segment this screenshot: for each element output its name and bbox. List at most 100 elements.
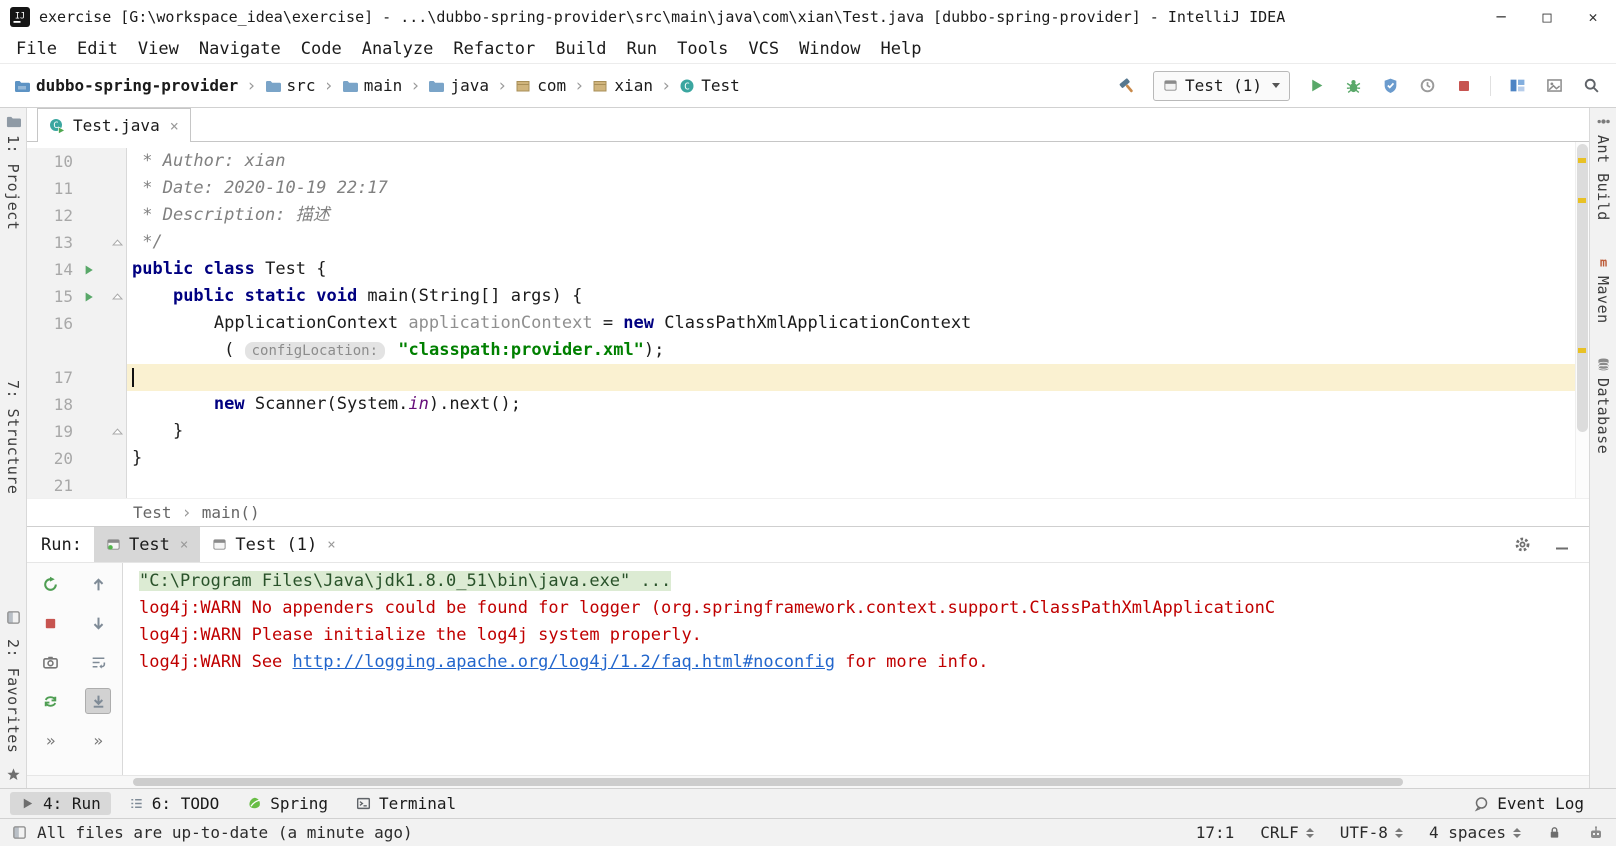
code-text[interactable]: new Scanner(System.in).next(); [127, 391, 1589, 418]
update-application-icon[interactable] [38, 688, 64, 714]
line-separator-widget[interactable]: CRLF [1260, 823, 1314, 842]
editor-gutter[interactable]: 16 [27, 310, 127, 337]
editor-gutter[interactable]: 11 [27, 175, 127, 202]
tool-window-spring[interactable]: Spring [237, 792, 338, 815]
stop-square-icon[interactable] [38, 610, 64, 636]
menu-item-navigate[interactable]: Navigate [189, 38, 291, 60]
code-text[interactable]: } [127, 418, 1589, 445]
tool-stripe-structure[interactable]: 7: Structure [4, 380, 22, 494]
code-text[interactable]: public class Test { [127, 256, 1589, 283]
editor-gutter[interactable]: 15 [27, 283, 127, 310]
fold-marker-icon[interactable] [111, 290, 124, 303]
search-everywhere-icon[interactable] [1580, 75, 1602, 97]
editor-scrollbar[interactable] [1577, 144, 1588, 432]
code-text[interactable]: ApplicationContext applicationContext = … [127, 310, 1589, 337]
tool-window-todo[interactable]: 6: TODO [119, 792, 229, 815]
code-text[interactable]: ( configLocation: "classpath:provider.xm… [127, 337, 1589, 364]
scroll-to-end-icon[interactable] [85, 688, 112, 714]
tool-stripe-ant-build[interactable]: Ant Build [1594, 114, 1612, 221]
menu-item-analyze[interactable]: Analyze [352, 38, 444, 60]
event-log-button[interactable]: Event Log [1463, 792, 1594, 815]
breadcrumb-item-test[interactable]: C Test [679, 76, 740, 95]
editor-gutter[interactable]: 10 [27, 148, 127, 175]
build-hammer-icon[interactable] [1116, 75, 1138, 97]
debug-button-icon[interactable] [1342, 75, 1364, 97]
breadcrumb-item-java[interactable]: java [428, 76, 489, 95]
editor-gutter[interactable]: 20 [27, 445, 127, 472]
tool-stripe-favorites[interactable]: 2: Favorites [4, 639, 22, 753]
code-text[interactable]: * Date: 2020-10-19 22:17 [127, 175, 1589, 202]
thread-dump-camera-icon[interactable] [38, 649, 64, 675]
up-stack-icon[interactable] [85, 571, 111, 597]
code-text[interactable]: * Description: 描述 [127, 202, 1589, 229]
tool-window-switcher-icon[interactable] [6, 610, 21, 625]
run-gutter-icon[interactable] [83, 291, 95, 303]
editor-breadcrumb-item-test[interactable]: Test [133, 503, 172, 522]
breadcrumb-item-xian[interactable]: xian [592, 76, 653, 95]
down-stack-icon[interactable] [85, 610, 111, 636]
close-tab-icon[interactable]: × [327, 537, 335, 553]
code-text[interactable]: } [127, 445, 1589, 472]
close-button[interactable]: ✕ [1570, 0, 1616, 34]
tool-window-run[interactable]: 4: Run [10, 792, 111, 815]
rerun-icon[interactable] [38, 571, 64, 597]
close-tab-icon[interactable]: × [170, 117, 179, 135]
menu-item-window[interactable]: Window [789, 38, 870, 60]
code-text[interactable]: * Author: xian [127, 148, 1589, 175]
panels-icon[interactable] [1506, 75, 1528, 97]
robot-icon[interactable] [1588, 825, 1604, 841]
menu-item-vcs[interactable]: VCS [738, 38, 789, 60]
fold-marker-icon[interactable] [111, 236, 124, 249]
menu-item-refactor[interactable]: Refactor [443, 38, 545, 60]
indent-widget[interactable]: 4 spaces [1429, 823, 1521, 842]
more-actions-icon[interactable]: » [38, 727, 64, 753]
code-text[interactable] [127, 472, 1589, 498]
menu-item-file[interactable]: File [6, 38, 67, 60]
code-text[interactable]: */ [127, 229, 1589, 256]
more-actions-icon[interactable]: » [85, 727, 111, 753]
menu-item-view[interactable]: View [128, 38, 189, 60]
tool-window-terminal[interactable]: Terminal [346, 792, 466, 815]
code-text[interactable]: public static void main(String[] args) { [127, 283, 1589, 310]
tool-stripe-project[interactable]: 1: Project [4, 114, 22, 230]
console-link[interactable]: http://logging.apache.org/log4j/1.2/faq.… [293, 652, 835, 672]
hide-icon[interactable] [1551, 534, 1573, 556]
maximize-button[interactable]: □ [1524, 0, 1570, 34]
run-tab-test-1[interactable]: Test (1) × [200, 527, 347, 562]
editor-gutter[interactable] [27, 337, 127, 364]
close-tab-icon[interactable]: × [180, 537, 188, 553]
run-config-selector[interactable]: Test (1) [1152, 70, 1290, 101]
run-gutter-icon[interactable] [83, 264, 95, 276]
code-editor[interactable]: 10 * Author: xian 11 * Date: 2020-10-19 2… [27, 142, 1589, 498]
editor-gutter[interactable]: 19 [27, 418, 127, 445]
code-text[interactable] [127, 364, 1589, 391]
menu-item-run[interactable]: Run [616, 38, 667, 60]
scrollbar-thumb[interactable] [133, 778, 1403, 786]
editor-gutter[interactable]: 13 [27, 229, 127, 256]
coverage-button-icon[interactable] [1379, 75, 1401, 97]
menu-item-code[interactable]: Code [291, 38, 352, 60]
tool-window-switcher-icon[interactable] [12, 825, 27, 840]
editor-breadcrumb-item-main[interactable]: main() [202, 503, 260, 522]
run-button-icon[interactable] [1305, 75, 1327, 97]
editor-gutter[interactable]: 12 [27, 202, 127, 229]
run-tab-test[interactable]: Test × [93, 527, 201, 562]
gear-icon[interactable] [1511, 534, 1533, 556]
profiler-button-icon[interactable] [1416, 75, 1438, 97]
caret-position-widget[interactable]: 17:1 [1196, 823, 1235, 842]
menu-item-help[interactable]: Help [870, 38, 931, 60]
lock-icon[interactable] [1547, 825, 1562, 840]
editor-gutter[interactable]: 17 [27, 364, 127, 391]
encoding-widget[interactable]: UTF-8 [1340, 823, 1403, 842]
breadcrumb-item-com[interactable]: com [515, 76, 566, 95]
soft-wrap-icon[interactable] [85, 649, 111, 675]
breadcrumb-item-main[interactable]: main [342, 76, 402, 95]
favorites-star-icon[interactable] [6, 767, 21, 782]
tool-stripe-database[interactable]: Database [1594, 357, 1612, 455]
editor-gutter[interactable]: 14 [27, 256, 127, 283]
editor-gutter[interactable]: 18 [27, 391, 127, 418]
tool-stripe-maven[interactable]: m Maven [1594, 255, 1612, 324]
fold-marker-icon[interactable] [111, 425, 124, 438]
breadcrumb-item-dubbo-spring-provider[interactable]: dubbo-spring-provider [14, 76, 238, 95]
stop-button-icon[interactable] [1453, 75, 1475, 97]
